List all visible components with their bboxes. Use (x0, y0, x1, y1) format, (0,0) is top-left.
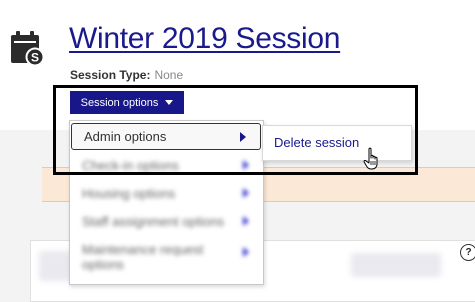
menu-item-label: Maintenance request options (82, 242, 204, 272)
hand-cursor-icon (363, 147, 378, 170)
menu-item-maintenance-request-options[interactable]: Maintenance request options (70, 239, 263, 275)
session-type: Session Type: None (70, 68, 183, 82)
menu-item-label: Staff assignment options (82, 213, 225, 229)
page-title[interactable]: Winter 2019 Session (69, 22, 340, 56)
session-type-label: Session Type: (70, 68, 151, 82)
blurred-panel-text (351, 253, 441, 277)
help-icon[interactable]: ? (460, 244, 475, 261)
menu-item-staff-assignment-options[interactable]: Staff assignment options (70, 211, 263, 231)
session-calendar-icon: S (11, 31, 44, 66)
session-type-value: None (154, 68, 184, 82)
chevron-right-icon (243, 216, 249, 226)
chevron-right-icon (243, 247, 249, 257)
menu-item-label: Housing options (82, 185, 176, 201)
svg-text:S: S (31, 51, 39, 65)
chevron-right-icon (243, 188, 249, 198)
menu-item-housing-options[interactable]: Housing options (70, 183, 263, 203)
